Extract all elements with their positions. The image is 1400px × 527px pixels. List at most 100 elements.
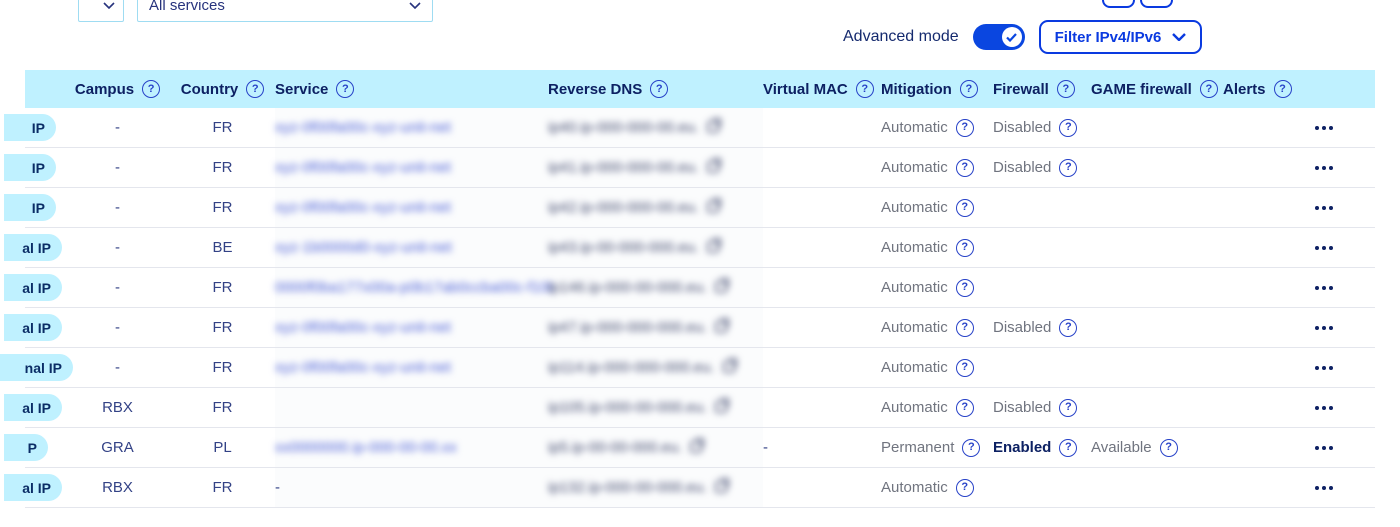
check-icon: [1006, 33, 1017, 42]
column-header-label: Mitigation?: [881, 80, 978, 98]
row-actions-button[interactable]: [1311, 440, 1337, 456]
ip-type-badge[interactable]: al IP: [4, 274, 62, 301]
help-icon[interactable]: ?: [956, 199, 974, 217]
ip-badge-cell: al IP: [25, 388, 65, 427]
column-header-text: Mitigation: [881, 81, 952, 98]
ip-badge-cell: al IP: [25, 468, 65, 507]
reverse-dns-redacted: ip40.ip-000-000-00.eu.: [548, 119, 699, 136]
service-cell: xyz-1b0000d0-xyz-unit-net: [275, 228, 548, 267]
ip-type-badge[interactable]: IP: [4, 154, 56, 181]
reverse-dns-cell: ip105.ip-000-00-000.eu.: [548, 388, 763, 427]
help-icon[interactable]: ?: [956, 119, 974, 137]
actions-cell: [1311, 188, 1375, 227]
edit-icon[interactable]: [715, 318, 730, 337]
column-header-text: Virtual MAC: [763, 81, 848, 98]
ip-type-badge[interactable]: P: [4, 434, 48, 461]
help-icon[interactable]: ?: [1200, 80, 1218, 98]
alerts-cell: [1223, 228, 1311, 267]
all-services-select[interactable]: All services: [137, 0, 433, 22]
row-actions-button[interactable]: [1311, 480, 1337, 496]
alerts-cell: [1223, 148, 1311, 187]
edit-icon[interactable]: [723, 358, 738, 377]
service-link-redacted[interactable]: xyz-0f00fa00c-xyz-unit-net: [275, 119, 451, 136]
help-icon[interactable]: ?: [1160, 439, 1178, 457]
help-icon[interactable]: ?: [956, 399, 974, 417]
ip-badge-cell: al IP: [25, 308, 65, 347]
help-icon[interactable]: ?: [1059, 439, 1077, 457]
help-icon[interactable]: ?: [1059, 159, 1077, 177]
row-actions-button[interactable]: [1311, 160, 1337, 176]
service-link-redacted[interactable]: xyz-0f00fa00c-xyz-unit-net: [275, 199, 451, 216]
help-icon[interactable]: ?: [246, 80, 264, 98]
ip-type-badge[interactable]: IP: [4, 114, 56, 141]
edit-icon[interactable]: [715, 398, 730, 417]
service-link-redacted[interactable]: xx0000000.ip-000-00-00.xx: [275, 439, 457, 456]
ip-type-badge[interactable]: al IP: [4, 474, 62, 501]
ip-type-badge[interactable]: al IP: [4, 394, 62, 421]
mitigation-value: Automatic: [881, 239, 948, 256]
left-filter-select[interactable]: [78, 0, 124, 22]
help-icon[interactable]: ?: [956, 239, 974, 257]
help-icon[interactable]: ?: [956, 479, 974, 497]
column-header-reverse: Reverse DNS?: [548, 70, 763, 108]
mitigation-cell: Automatic?: [881, 388, 993, 427]
top-toolbar: All services Advanced mode Filter IPv4/I…: [0, 0, 1400, 66]
row-actions-button[interactable]: [1311, 360, 1337, 376]
column-header-mitigation: Mitigation?: [881, 70, 993, 108]
edit-icon[interactable]: [715, 478, 730, 497]
help-icon[interactable]: ?: [960, 80, 978, 98]
service-link-redacted[interactable]: xyz-0f00fa00c-xyz-unit-net: [275, 359, 451, 376]
row-actions-button[interactable]: [1311, 320, 1337, 336]
edit-icon[interactable]: [707, 238, 722, 257]
virtual-mac-cell: [763, 188, 881, 227]
campus-cell: -: [65, 348, 170, 387]
filter-ipv4-ipv6-button[interactable]: Filter IPv4/IPv6: [1039, 20, 1203, 54]
help-icon[interactable]: ?: [336, 80, 354, 98]
row-actions-button[interactable]: [1311, 400, 1337, 416]
service-link-redacted[interactable]: xyz-0f00fa00c-xyz-unit-net: [275, 319, 451, 336]
help-icon[interactable]: ?: [1059, 399, 1077, 417]
help-icon[interactable]: ?: [1057, 80, 1075, 98]
row-actions-button[interactable]: [1311, 280, 1337, 296]
game-firewall-cell: [1091, 188, 1223, 227]
ip-type-badge[interactable]: IP: [4, 194, 56, 221]
help-icon[interactable]: ?: [650, 80, 668, 98]
row-actions-button[interactable]: [1311, 200, 1337, 216]
service-link-redacted[interactable]: xyz-1b0000d0-xyz-unit-net: [275, 239, 452, 256]
edit-icon[interactable]: [690, 438, 705, 457]
row-actions-button[interactable]: [1311, 240, 1337, 256]
help-icon[interactable]: ?: [142, 80, 160, 98]
help-icon[interactable]: ?: [1274, 80, 1292, 98]
service-value: -: [275, 479, 280, 496]
help-icon[interactable]: ?: [962, 439, 980, 457]
edit-icon[interactable]: [707, 118, 722, 137]
help-icon[interactable]: ?: [956, 279, 974, 297]
edit-icon[interactable]: [715, 278, 730, 297]
ip-type-badge[interactable]: al IP: [4, 234, 62, 261]
toolbar-icon-button-2[interactable]: [1140, 0, 1173, 8]
country-cell: FR: [170, 148, 275, 187]
reverse-dns-redacted: ip43.ip-00-000-000.eu.: [548, 239, 699, 256]
mitigation-value: Automatic: [881, 399, 948, 416]
advanced-mode-toggle[interactable]: [973, 24, 1025, 50]
help-icon[interactable]: ?: [856, 80, 874, 98]
game-firewall-value: Available: [1091, 439, 1152, 456]
ip-type-badge[interactable]: nal IP: [0, 354, 73, 381]
help-icon[interactable]: ?: [956, 359, 974, 377]
all-services-select-value: All services: [149, 0, 225, 14]
service-link-redacted[interactable]: xyz-0f00fa00c-xyz-unit-net: [275, 159, 451, 176]
help-icon[interactable]: ?: [956, 319, 974, 337]
firewall-value: Disabled: [993, 159, 1051, 176]
help-icon[interactable]: ?: [956, 159, 974, 177]
mitigation-cell: Permanent?: [881, 428, 993, 467]
edit-icon[interactable]: [707, 198, 722, 217]
ip-type-badge[interactable]: al IP: [4, 314, 62, 341]
row-actions-button[interactable]: [1311, 120, 1337, 136]
edit-icon[interactable]: [707, 158, 722, 177]
ip-badge-cell: nal IP: [25, 348, 65, 387]
help-icon[interactable]: ?: [1059, 119, 1077, 137]
help-icon[interactable]: ?: [1059, 319, 1077, 337]
column-header-alerts: Alerts?: [1223, 70, 1311, 108]
toolbar-icon-button-1[interactable]: [1102, 0, 1135, 8]
service-link-redacted[interactable]: 0000f0ba177x00a-p0b17ab0ccba00c-f10t: [275, 279, 553, 296]
